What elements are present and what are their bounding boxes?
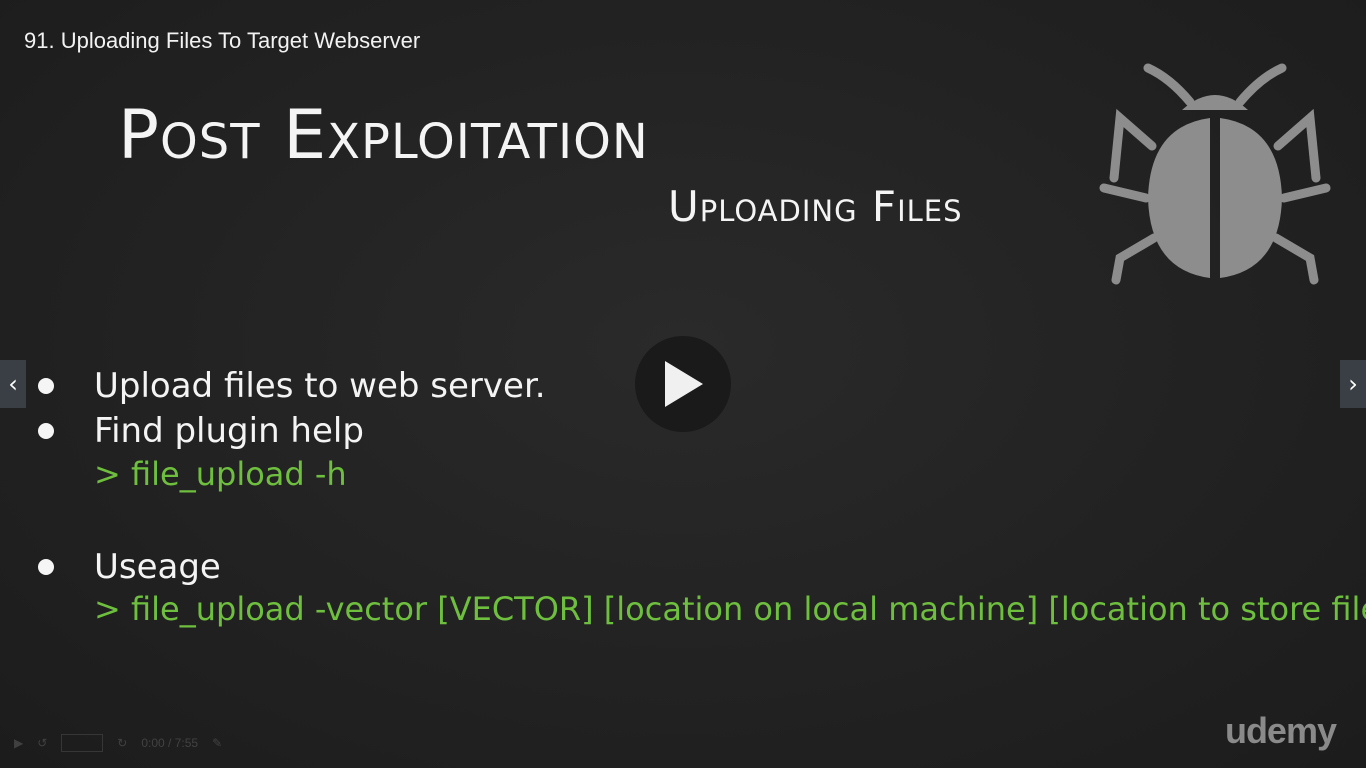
udemy-logo: udemy (1224, 710, 1337, 751)
speed-button[interactable] (61, 734, 104, 752)
slide-subtitle: Uploading Files (668, 182, 963, 231)
play-button[interactable] (635, 336, 731, 432)
bug-icon (1099, 63, 1331, 285)
chevron-right-icon: › (1348, 370, 1358, 398)
bullet-dot (38, 423, 54, 439)
list-item: Useage (38, 547, 221, 587)
previous-lecture-button[interactable]: ‹ (0, 360, 26, 408)
bullet-text: Useage (94, 547, 221, 587)
forward-icon[interactable]: ↻ (117, 736, 127, 750)
chevron-left-icon: ‹ (8, 370, 18, 398)
time-readout: 0:00 / 7:55 (141, 736, 199, 750)
bullet-text: Find plugin help (94, 411, 364, 451)
list-item: Find plugin help (38, 411, 364, 451)
bullet-dot (38, 378, 54, 394)
command-text: > file_upload -vector [VECTOR] [location… (94, 590, 1366, 628)
play-icon (665, 361, 703, 407)
bullet-dot (38, 559, 54, 575)
player-controls: ▶ ↺ ↻ 0:00 / 7:55 ✎ (14, 718, 1354, 768)
slide-title: Post Exploitation (118, 96, 649, 175)
notes-icon[interactable]: ✎ (212, 736, 222, 750)
list-item: Upload files to web server. (38, 366, 546, 406)
lecture-title: 91. Uploading Files To Target Webserver (24, 28, 421, 53)
play-icon[interactable]: ▶ (14, 736, 23, 750)
rewind-icon[interactable]: ↺ (37, 736, 47, 750)
next-lecture-button[interactable]: › (1340, 360, 1366, 408)
command-text: > file_upload -h (94, 455, 347, 493)
bullet-text: Upload files to web server. (94, 366, 546, 406)
